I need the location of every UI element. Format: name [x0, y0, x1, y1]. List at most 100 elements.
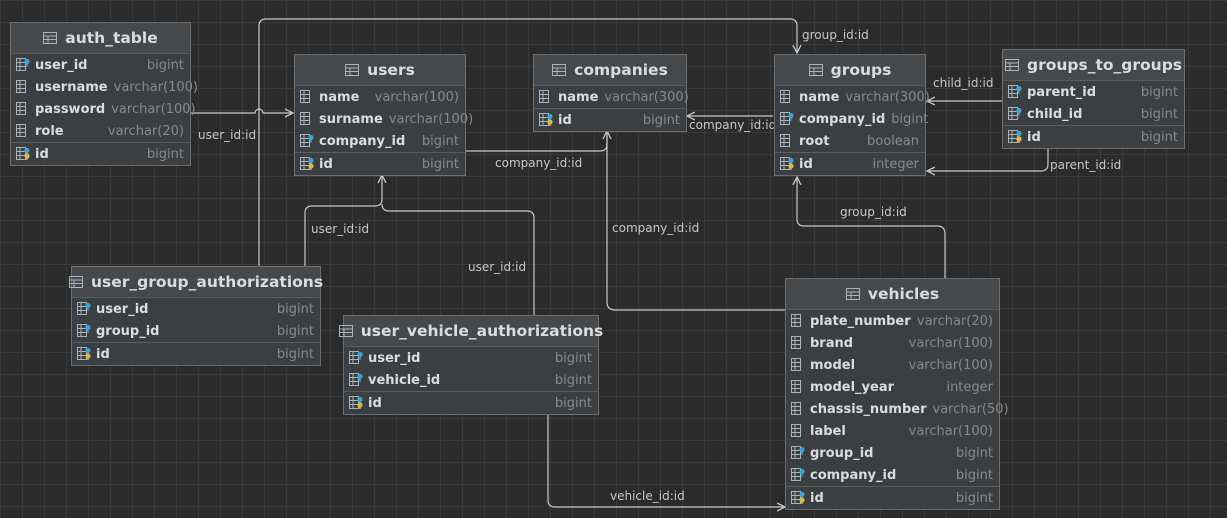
table-users[interactable]: users name varchar(100) surname varchar(100)…: [294, 54, 473, 176]
link-g2g-parent[interactable]: [927, 148, 1049, 171]
table-vehicles[interactable]: vehicles plate_number varchar(20) brand varc…: [785, 278, 1009, 510]
column-name: name: [558, 89, 599, 105]
foreign-key-column-icon: [300, 134, 314, 147]
column-type: bigint: [891, 111, 929, 127]
column-model[interactable]: model varchar(100): [786, 354, 999, 376]
table-header[interactable]: user_group_authorizations: [68, 267, 323, 298]
column-user-id[interactable]: user_id bigint: [344, 347, 598, 369]
column-model-year[interactable]: model_year integer: [786, 376, 999, 398]
column-icon: [300, 112, 310, 125]
column-user-id[interactable]: user_id bigint: [72, 298, 320, 320]
column-brand[interactable]: brand varchar(100): [786, 332, 999, 354]
label-vehicles-groups: group_id:id: [840, 205, 907, 219]
column-parent-id[interactable]: parent_id bigint: [1003, 81, 1184, 103]
column-name[interactable]: name varchar(300): [534, 86, 689, 108]
foreign-key-column-icon: [16, 58, 30, 71]
label-uva-vehicles: vehicle_id:id: [610, 489, 685, 503]
column-plate-number[interactable]: plate_number varchar(20): [786, 310, 999, 332]
column-company-id[interactable]: company_id bigint: [775, 108, 929, 130]
column-name[interactable]: name varchar(300): [775, 86, 930, 108]
table-user-vehicle-authorizations[interactable]: user_vehicle_authorizations user_id bigint…: [338, 315, 603, 415]
column-icon: [16, 80, 26, 93]
table-auth-table[interactable]: auth_table user_id bigint username varchar(1…: [10, 22, 198, 166]
column-child-id[interactable]: child_id bigint: [1003, 103, 1184, 125]
column-id-primary-key[interactable]: id bigint: [786, 487, 999, 509]
table-groups-to-groups[interactable]: groups_to_groups parent_id bigint child_id b…: [1002, 49, 1185, 149]
link-uga-users[interactable]: [304, 175, 382, 266]
column-type: varchar(100): [908, 335, 993, 351]
column-type: bigint: [955, 467, 993, 483]
table-user-group-authorizations[interactable]: user_group_authorizations user_id bigint gr…: [68, 266, 323, 366]
column-id-primary-key[interactable]: id bigint: [295, 153, 465, 175]
table-icon: [338, 325, 353, 337]
table-name: groups: [830, 61, 892, 79]
column-id-primary-key[interactable]: id bigint: [11, 143, 190, 165]
table-header[interactable]: auth_table: [11, 23, 190, 54]
link-users-companies[interactable]: [466, 131, 607, 152]
column-name: model_year: [810, 379, 895, 395]
column-type: bigint: [554, 350, 592, 366]
column-root[interactable]: root boolean: [775, 130, 925, 152]
label-uva-users: user_id:id: [468, 260, 527, 274]
link-vehicles-groups[interactable]: [797, 177, 946, 278]
column-name: user_id: [368, 350, 421, 366]
column-username[interactable]: username varchar(100): [11, 76, 198, 98]
column-chassis-number[interactable]: chassis_number varchar(50): [786, 398, 1009, 420]
column-id-primary-key[interactable]: id integer: [775, 153, 925, 175]
column-name: id: [319, 156, 333, 172]
column-name: id: [35, 146, 49, 162]
table-header[interactable]: groups_to_groups: [1003, 50, 1184, 81]
column-id-primary-key[interactable]: id bigint: [344, 392, 598, 414]
column-company-id[interactable]: company_id bigint: [786, 464, 999, 486]
column-name: group_id: [810, 445, 874, 461]
table-header[interactable]: groups: [775, 55, 925, 86]
column-type: varchar(20): [107, 123, 184, 139]
column-name: id: [1027, 129, 1041, 145]
column-icon: [300, 90, 310, 103]
label-vehicles-companies: company_id:id: [612, 221, 700, 235]
column-group-id[interactable]: group_id bigint: [72, 320, 320, 342]
column-id-primary-key[interactable]: id bigint: [1003, 126, 1184, 148]
label-uga-groups: group_id:id: [802, 28, 869, 42]
table-name: auth_table: [65, 29, 158, 47]
column-user-id[interactable]: user_id bigint: [11, 54, 190, 76]
table-icon: [1004, 59, 1019, 71]
column-id-primary-key[interactable]: id bigint: [72, 343, 320, 365]
label-uga-users: user_id:id: [311, 222, 370, 236]
column-id-primary-key[interactable]: id bigint: [534, 109, 686, 131]
primary-key-column-icon: [791, 491, 805, 504]
table-companies[interactable]: companies name varchar(300) id bigint: [533, 54, 689, 132]
column-password[interactable]: password varchar(100): [11, 98, 196, 120]
column-type: bigint: [554, 372, 592, 388]
label-auth-users: user_id:id: [198, 128, 257, 142]
column-icon: [16, 102, 26, 115]
column-name: user_id: [35, 57, 88, 73]
column-type: bigint: [276, 323, 314, 339]
column-name[interactable]: name varchar(100): [295, 86, 465, 108]
column-name: role: [35, 123, 64, 139]
column-surname[interactable]: surname varchar(100): [295, 108, 473, 130]
table-header[interactable]: user_vehicle_authorizations: [338, 316, 603, 347]
column-type: varchar(100): [113, 79, 198, 95]
link-auth-users[interactable]: [190, 108, 293, 113]
column-name: password: [35, 101, 106, 117]
column-company-id[interactable]: company_id bigint: [295, 130, 465, 152]
table-header[interactable]: companies: [534, 55, 686, 86]
column-name: child_id: [1027, 106, 1083, 122]
table-header[interactable]: vehicles: [786, 279, 999, 310]
column-type: varchar(100): [374, 89, 459, 105]
table-name: user_vehicle_authorizations: [360, 322, 604, 340]
column-name: root: [799, 133, 830, 149]
column-vehicle-id[interactable]: vehicle_id bigint: [344, 369, 598, 391]
column-label[interactable]: label varchar(100): [786, 420, 999, 442]
column-role[interactable]: role varchar(20): [11, 120, 190, 142]
table-icon: [552, 64, 567, 76]
table-groups[interactable]: groups name varchar(300) company_id bigint ro…: [774, 54, 930, 176]
column-type: integer: [872, 156, 919, 172]
column-group-id[interactable]: group_id bigint: [786, 442, 999, 464]
table-header[interactable]: users: [295, 55, 465, 86]
column-type: bigint: [1140, 84, 1178, 100]
table-name: vehicles: [867, 285, 940, 303]
column-name: id: [810, 490, 824, 506]
primary-key-column-icon: [539, 113, 553, 126]
